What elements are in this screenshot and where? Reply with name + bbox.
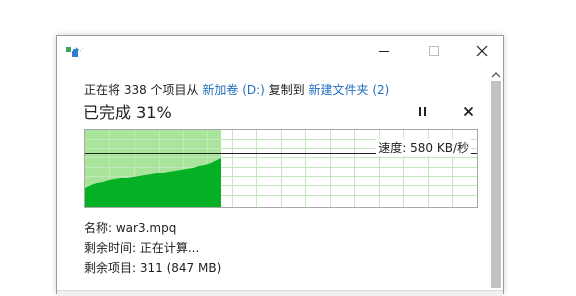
copy-app-icon: [66, 47, 83, 57]
copy-progress-dialog: 正在将 338 个项目从 新加卷 (D:) 复制到 新建文件夹 (2) 已完成 …: [56, 35, 504, 296]
pause-icon: [419, 107, 426, 116]
minimize-icon: [379, 51, 389, 52]
dialog-footer: [57, 290, 503, 296]
vertical-scrollbar[interactable]: [490, 64, 502, 295]
destination-link[interactable]: 新建文件夹 (2): [309, 83, 390, 97]
copy-description: 正在将 338 个项目从 新加卷 (D:) 复制到 新建文件夹 (2): [84, 81, 389, 98]
pause-button[interactable]: [413, 102, 433, 122]
scrollbar-thumb[interactable]: [491, 81, 501, 288]
items-remaining: 剩余项目: 311 (847 MB): [84, 261, 222, 275]
source-link[interactable]: 新加卷 (D:): [202, 83, 264, 97]
stop-button[interactable]: [459, 102, 479, 122]
time-remaining: 剩余时间: 正在计算...: [84, 241, 200, 255]
copy-prefix-text: 正在将 338 个项目从: [84, 83, 199, 97]
file-name: 名称: war3.mpq: [84, 221, 177, 235]
scroll-up-arrow-icon[interactable]: [490, 70, 502, 80]
stop-icon: [463, 106, 474, 117]
minimize-button[interactable]: [361, 36, 407, 66]
progress-status: 已完成 31%: [83, 103, 172, 122]
transfer-details: 名称: war3.mpq 剩余时间: 正在计算... 剩余项目: 311 (84…: [84, 218, 221, 278]
title-bar[interactable]: [57, 36, 503, 67]
maximize-icon: [429, 46, 439, 56]
close-icon: [476, 45, 488, 57]
transfer-speed-graph: 速度: 580 KB/秒: [84, 129, 478, 208]
close-button[interactable]: [459, 36, 505, 66]
maximize-button[interactable]: [411, 36, 457, 66]
copy-mid-text: 复制到: [268, 83, 305, 97]
speed-label: 速度: 580 KB/秒: [376, 139, 471, 156]
